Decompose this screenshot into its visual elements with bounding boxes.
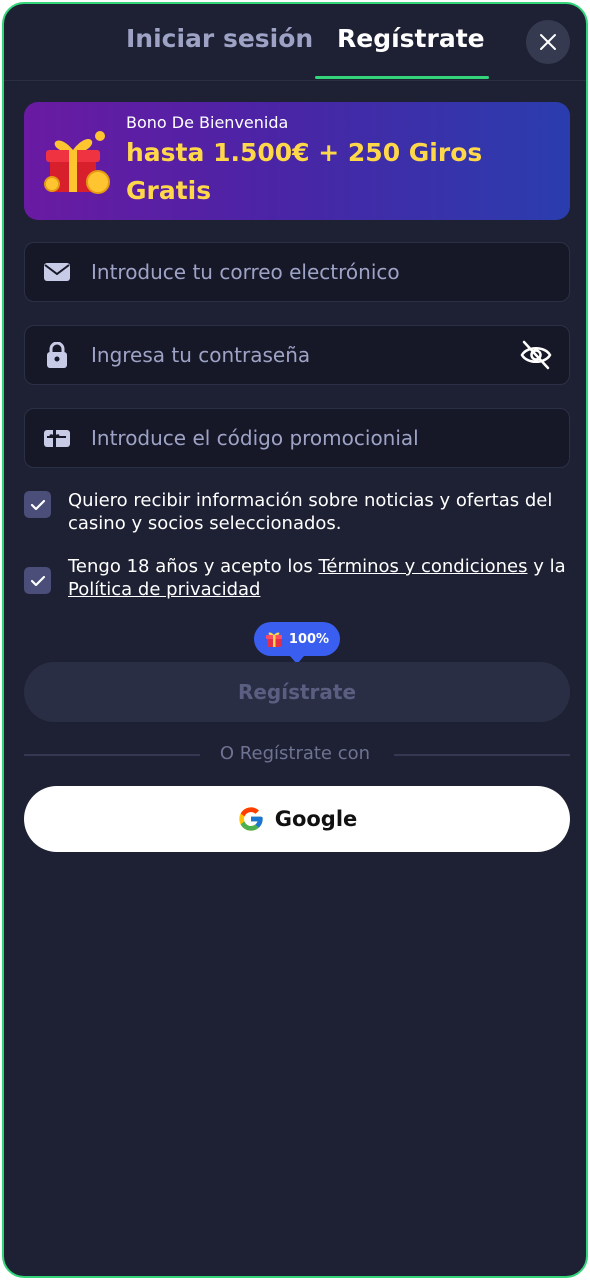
register-submit-button[interactable]: Regístrate [24,662,570,722]
close-button[interactable] [526,20,570,64]
privacy-link[interactable]: Política de privacidad [68,579,260,600]
banner-subtitle: Bono De Bienvenida [126,113,289,132]
password-field[interactable] [24,325,570,385]
divider-right [394,754,570,756]
consent-terms-prefix: Tengo 18 años y acepto los [68,556,319,577]
checkmark-icon [30,575,45,586]
email-input[interactable] [91,243,511,301]
checkmark-icon [30,499,45,510]
consent-news-checkbox[interactable] [24,491,51,518]
gift-icon [265,632,282,647]
password-input[interactable] [91,326,511,384]
tab-login[interactable]: Iniciar sesión [126,24,313,53]
google-icon [239,807,263,831]
lock-icon [47,342,67,368]
progress-badge-label: 100% [288,631,330,647]
terms-link[interactable]: Términos y condiciones [318,556,527,577]
google-signup-button[interactable]: Google [24,786,570,852]
active-tab-indicator [315,76,489,79]
close-icon [540,34,556,50]
mail-icon [44,263,70,281]
progress-badge: 100% [254,622,340,664]
consent-news-label: Quiero recibir información sobre noticia… [68,490,553,534]
banner-title: hasta 1.500€ + 250 Giros Gratis [126,138,483,205]
welcome-bonus-banner: Bono De Bienvenida hasta 1.500€ + 250 Gi… [24,102,570,220]
auth-tabs: Iniciar sesión Regístrate [4,4,586,81]
gift-coins-icon [44,131,110,194]
email-field[interactable] [24,242,570,302]
eye-off-icon[interactable] [519,339,553,371]
promo-code-input[interactable] [91,409,511,467]
consent-terms-middle: y la [527,556,566,577]
consent-terms-checkbox[interactable] [24,567,51,594]
gift-card-icon [44,430,70,447]
promo-code-field[interactable] [24,408,570,468]
google-button-label: Google [274,807,358,831]
tab-register[interactable]: Regístrate [337,24,485,53]
consent-terms-label: Tengo 18 años y acepto los Términos y co… [68,555,568,601]
registration-modal: Iniciar sesión Regístrate Bono De Bienve… [2,2,588,1278]
